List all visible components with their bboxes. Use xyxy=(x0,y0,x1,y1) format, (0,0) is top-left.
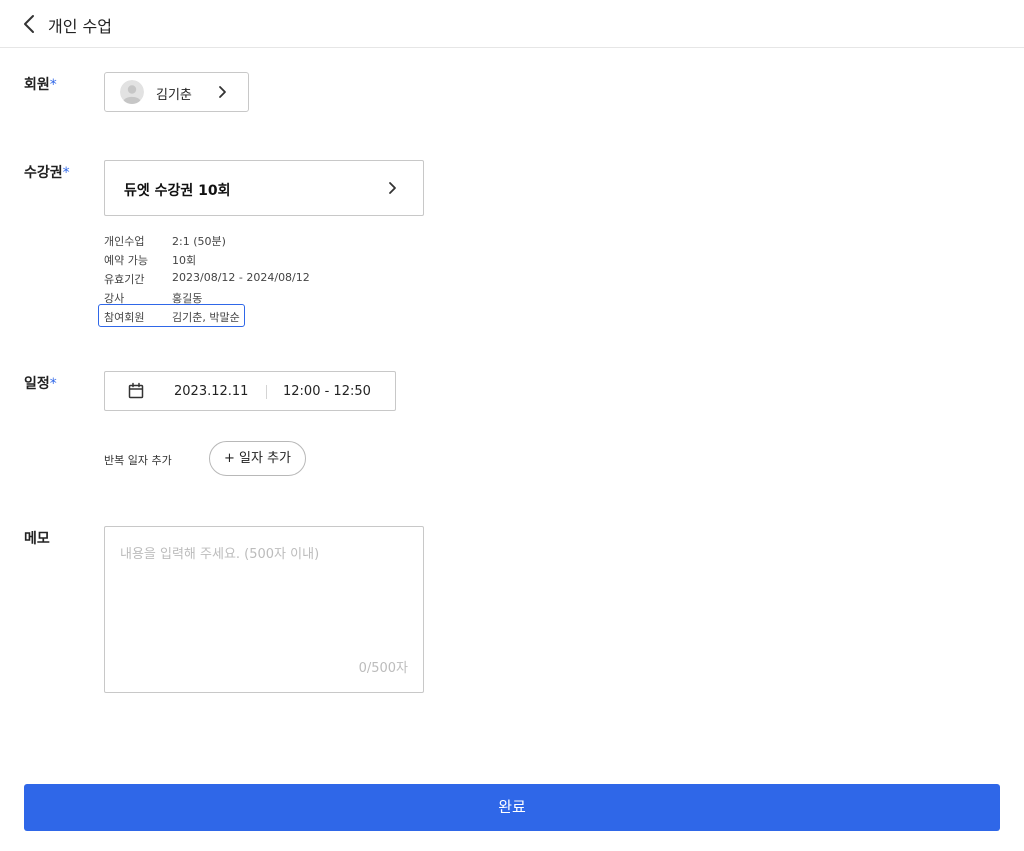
info-key: 예약 가능 xyxy=(104,254,148,267)
add-date-button[interactable]: + 일자 추가 xyxy=(209,441,306,476)
repeat-date-label: 반복 일자 추가 xyxy=(104,454,172,467)
memo-char-counter: 0/500자 xyxy=(358,661,408,676)
time-value[interactable]: 12:00 - 12:50 xyxy=(283,384,371,399)
required-mark: * xyxy=(62,165,70,181)
memo-container: 0/500자 xyxy=(104,526,424,693)
divider xyxy=(266,385,267,399)
member-select-button[interactable]: 김기춘 xyxy=(104,72,249,112)
required-mark: * xyxy=(49,376,57,392)
date-time-picker[interactable]: 2023.12.11 12:00 - 12:50 xyxy=(104,371,396,411)
submit-button[interactable]: 완료 xyxy=(24,784,1000,831)
member-label: 회원* xyxy=(24,77,57,93)
back-button[interactable] xyxy=(18,12,42,36)
ticket-label: 수강권* xyxy=(24,165,70,181)
info-value: 2023/08/12 - 2024/08/12 xyxy=(172,271,310,284)
page-title: 개인 수업 xyxy=(48,17,112,36)
chevron-right-icon xyxy=(219,86,226,98)
info-key: 개인수업 xyxy=(104,235,145,248)
memo-label: 메모 xyxy=(24,531,50,547)
user-avatar-icon xyxy=(120,80,144,104)
calendar-icon xyxy=(128,382,144,399)
avatar xyxy=(120,80,144,104)
info-key: 유효기간 xyxy=(104,273,145,286)
ticket-select-button[interactable]: 듀엣 수강권 10회 xyxy=(104,160,424,216)
member-name: 김기춘 xyxy=(156,88,192,103)
memo-textarea[interactable] xyxy=(105,527,423,657)
chevron-left-icon xyxy=(24,15,34,33)
chevron-right-icon xyxy=(389,182,396,194)
schedule-label: 일정* xyxy=(24,376,57,392)
info-value: 2:1 (50분) xyxy=(172,235,226,248)
info-value: 10회 xyxy=(172,254,197,267)
ticket-name: 듀엣 수강권 10회 xyxy=(124,183,231,199)
info-key: 참여회원 xyxy=(104,311,145,324)
required-mark: * xyxy=(49,77,57,93)
info-value: 김기춘, 박말순 xyxy=(172,311,240,324)
date-value[interactable]: 2023.12.11 xyxy=(174,384,248,399)
header-bar: 개인 수업 xyxy=(0,0,1024,48)
